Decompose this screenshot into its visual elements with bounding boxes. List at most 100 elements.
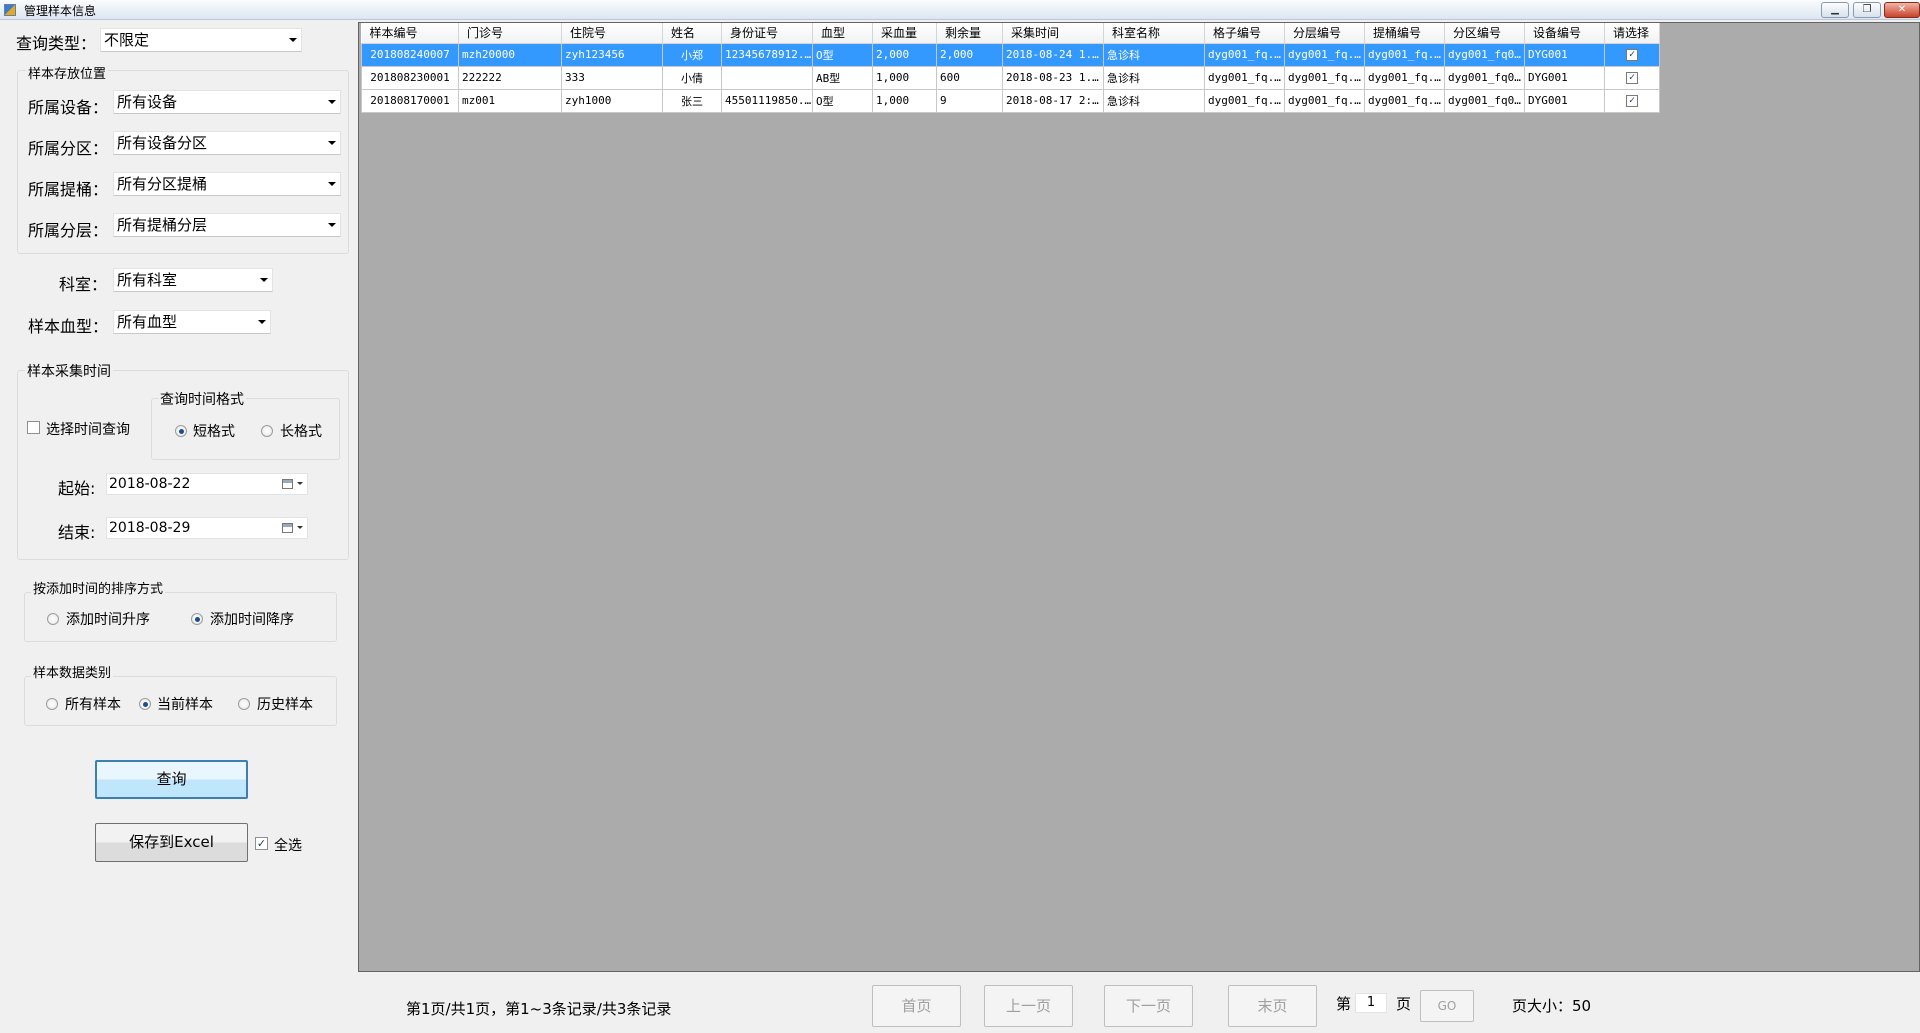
table-cell[interactable]: 急诊科 xyxy=(1103,42,1205,67)
end-date-picker[interactable]: 2018-08-29 xyxy=(106,517,308,539)
table-cell[interactable] xyxy=(721,65,813,90)
column-header[interactable]: 身份证号 xyxy=(721,23,813,44)
table-cell[interactable]: dyg001_fq... xyxy=(1364,65,1445,90)
table-cell[interactable]: dyg001_fq001 xyxy=(1444,65,1525,90)
table-cell[interactable]: 2018-08-24 1... xyxy=(1002,42,1104,67)
category-current-radio[interactable] xyxy=(139,698,151,710)
short-format-radio[interactable] xyxy=(175,425,187,437)
table-cell[interactable]: 急诊科 xyxy=(1103,65,1205,90)
table-cell[interactable]: O型 xyxy=(812,88,873,113)
table-cell[interactable]: DYG001 xyxy=(1524,65,1605,90)
table-cell[interactable]: 张三 xyxy=(662,88,722,113)
table-cell[interactable]: 333 xyxy=(561,65,663,90)
department-select[interactable]: 所有科室 xyxy=(113,268,273,292)
table-cell[interactable]: dyg001_fq... xyxy=(1204,65,1285,90)
column-header[interactable]: 血型 xyxy=(812,23,873,44)
column-header[interactable]: 分区编号 xyxy=(1444,23,1525,44)
first-page-button[interactable]: 首页 xyxy=(872,985,961,1027)
table-cell[interactable]: dyg001_fq... xyxy=(1364,88,1445,113)
table-cell[interactable]: 600 xyxy=(936,65,1003,90)
start-date-picker[interactable]: 2018-08-22 xyxy=(106,473,308,495)
time-query-checkbox[interactable] xyxy=(27,421,40,434)
column-header[interactable]: 请选择 xyxy=(1604,23,1660,44)
table-cell[interactable]: 2,000 xyxy=(872,42,937,67)
table-cell[interactable]: dyg001_fq... xyxy=(1284,88,1365,113)
sort-asc-radio[interactable] xyxy=(47,613,59,625)
column-header[interactable]: 采集时间 xyxy=(1002,23,1104,44)
table-cell[interactable]: 2018-08-17 2:00 xyxy=(1002,88,1104,113)
table-cell[interactable]: DYG001 xyxy=(1524,88,1605,113)
table-cell[interactable]: ✓ xyxy=(1604,88,1660,113)
table-cell[interactable]: 222222 xyxy=(458,65,562,90)
table-cell[interactable]: O型 xyxy=(812,42,873,67)
table-cell[interactable]: dyg001_fq001 xyxy=(1444,88,1525,113)
restore-button[interactable]: ❐ xyxy=(1853,2,1881,18)
table-cell[interactable]: 2018-08-23 1... xyxy=(1002,65,1104,90)
go-button[interactable]: GO xyxy=(1420,990,1474,1022)
table-cell[interactable]: 2,000 xyxy=(936,42,1003,67)
table-cell[interactable]: dyg001_fq... xyxy=(1364,42,1445,67)
query-type-select[interactable]: 不限定 xyxy=(100,28,302,52)
table-cell[interactable]: dyg001_fq... xyxy=(1284,65,1365,90)
category-all-radio[interactable] xyxy=(46,698,58,710)
row-select-checkbox[interactable]: ✓ xyxy=(1626,95,1638,107)
table-cell[interactable]: 急诊科 xyxy=(1103,88,1205,113)
column-header[interactable]: 剩余量 xyxy=(936,23,1003,44)
column-header[interactable]: 格子编号 xyxy=(1204,23,1285,44)
save-excel-button[interactable]: 保存到Excel xyxy=(95,823,248,862)
table-cell[interactable]: 45501119850... xyxy=(721,88,813,113)
column-header[interactable]: 姓名 xyxy=(662,23,722,44)
table-row[interactable]: 201808170001 mz001 zyh1000 张三 45501119850...… xyxy=(361,88,1660,113)
table-cell[interactable]: 201808170001 xyxy=(361,88,459,113)
table-cell[interactable]: 小倩 xyxy=(662,65,722,90)
table-cell[interactable]: dyg001_fq... xyxy=(1204,88,1285,113)
table-cell[interactable]: 1,000 xyxy=(872,88,937,113)
long-format-radio[interactable] xyxy=(261,425,273,437)
page-number-input[interactable]: 1 xyxy=(1355,993,1387,1013)
table-cell[interactable]: 1,000 xyxy=(872,65,937,90)
table-cell[interactable]: mz001 xyxy=(458,88,562,113)
table-cell[interactable]: 201808230001 xyxy=(361,65,459,90)
table-cell[interactable]: mzh20000 xyxy=(458,42,562,67)
row-select-checkbox[interactable]: ✓ xyxy=(1626,49,1638,61)
sort-desc-radio[interactable] xyxy=(191,613,203,625)
table-row[interactable]: 201808240007 mzh20000 zyh123456 小郑 123456789… xyxy=(361,42,1660,67)
table-cell[interactable]: 小郑 xyxy=(662,42,722,67)
table-cell[interactable]: dyg001_fq... xyxy=(1284,42,1365,67)
table-cell[interactable]: AB型 xyxy=(812,65,873,90)
last-page-button[interactable]: 末页 xyxy=(1228,985,1317,1027)
query-button[interactable]: 查询 xyxy=(95,760,248,799)
zone-select[interactable]: 所有设备分区 xyxy=(113,131,341,155)
table-cell[interactable]: zyh1000 xyxy=(561,88,663,113)
device-select[interactable]: 所有设备 xyxy=(113,90,341,114)
column-header[interactable]: 设备编号 xyxy=(1524,23,1605,44)
blood-type-select[interactable]: 所有血型 xyxy=(113,310,271,334)
table-cell[interactable]: 201808240007 xyxy=(361,42,459,67)
bucket-select[interactable]: 所有分区提桶 xyxy=(113,172,341,196)
column-header[interactable]: 提桶编号 xyxy=(1364,23,1445,44)
column-header[interactable]: 分层编号 xyxy=(1284,23,1365,44)
table-cell[interactable]: 12345678912... xyxy=(721,42,813,67)
table-cell[interactable]: 9 xyxy=(936,88,1003,113)
column-header[interactable]: 住院号 xyxy=(561,23,663,44)
table-cell[interactable]: ✓ xyxy=(1604,65,1660,90)
table-cell[interactable]: dyg001_fq... xyxy=(1204,42,1285,67)
column-header[interactable]: 门诊号 xyxy=(458,23,562,44)
minimize-button[interactable]: ▁ xyxy=(1821,2,1849,18)
prev-page-button[interactable]: 上一页 xyxy=(984,985,1073,1027)
close-button[interactable]: ✕ xyxy=(1884,2,1920,18)
table-cell[interactable]: zyh123456 xyxy=(561,42,663,67)
column-header[interactable]: 科室名称 xyxy=(1103,23,1205,44)
category-history-radio[interactable] xyxy=(238,698,250,710)
next-page-button[interactable]: 下一页 xyxy=(1104,985,1193,1027)
layer-select[interactable]: 所有提桶分层 xyxy=(113,213,341,237)
table-cell[interactable]: dyg001_fq001 xyxy=(1444,42,1525,67)
column-header[interactable]: 样本编号 xyxy=(361,23,459,44)
table-cell[interactable]: DYG001 xyxy=(1524,42,1605,67)
row-select-checkbox[interactable]: ✓ xyxy=(1626,72,1638,84)
table-cell[interactable]: ✓ xyxy=(1604,42,1660,67)
table-row[interactable]: 201808230001 222222 333 小倩 AB型 1,000 600 2018-0… xyxy=(361,65,1660,90)
column-header[interactable]: 采血量 xyxy=(872,23,937,44)
sample-grid[interactable]: 样本编号 门诊号 住院号 姓名 身份证号 血型 采血量 剩余量 采集时间 科室名称 格子编号 分层编号… xyxy=(358,22,1920,972)
select-all-checkbox[interactable]: ✓ xyxy=(255,837,268,850)
